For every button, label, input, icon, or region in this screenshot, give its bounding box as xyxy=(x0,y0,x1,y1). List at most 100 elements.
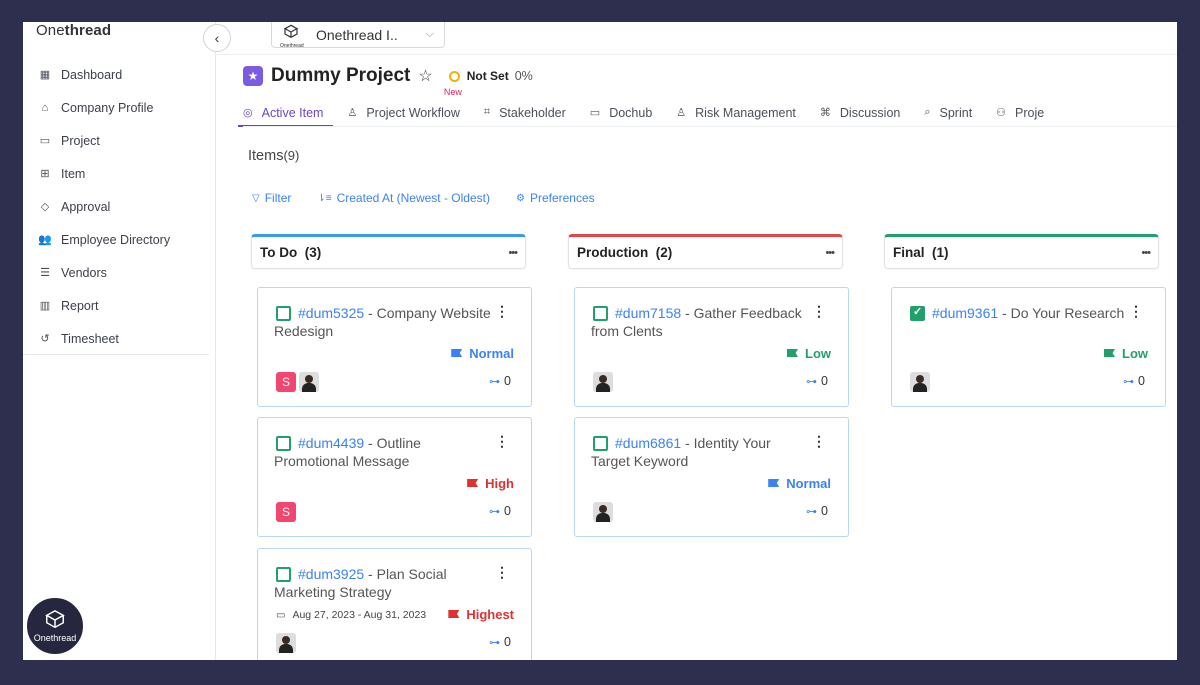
avatar[interactable] xyxy=(593,372,613,392)
more-vertical-icon[interactable]: ⋮ xyxy=(495,564,509,581)
card-title[interactable]: #dum6861 - Identity Your Target Keyword xyxy=(591,434,811,470)
collapse-sidebar-button[interactable]: ‹ xyxy=(203,24,231,52)
tab-discussion[interactable]: ⌘ Discussion xyxy=(820,99,900,126)
card-code[interactable]: #dum6861 xyxy=(615,435,681,451)
subtask-count[interactable]: ⊶ 0 xyxy=(489,635,511,649)
column-to-do: To Do (3) ••• xyxy=(251,234,526,269)
flag-icon xyxy=(787,349,798,358)
dashboard-icon: ▦ xyxy=(39,69,51,81)
card-title[interactable]: #dum7158 - Gather Feedback from Clents xyxy=(591,304,811,340)
card-code[interactable]: #dum7158 xyxy=(615,305,681,321)
sidebar-item-company-profile[interactable]: ⌂ Company Profile xyxy=(23,91,216,124)
card-title[interactable]: #dum9361 - Do Your Research xyxy=(908,304,1128,322)
card-title[interactable]: #dum5325 - Company Website Redesign xyxy=(274,304,494,340)
sort-button[interactable]: ⇂≡ Created At (Newest - Oldest) xyxy=(317,191,490,205)
more-horizontal-icon[interactable]: ••• xyxy=(825,247,835,259)
workspace-selector[interactable]: Onethread Onethread I.. ⌵ xyxy=(271,22,445,49)
priority-badge[interactable]: Low xyxy=(1104,346,1148,361)
tab-label: Active Item xyxy=(261,105,324,120)
priority-badge[interactable]: Normal xyxy=(768,476,831,491)
card-code[interactable]: #dum9361 xyxy=(932,305,998,321)
project-status[interactable]: Not Set xyxy=(467,69,509,83)
preferences-button[interactable]: ⚙ Preferences xyxy=(516,191,595,205)
priority-badge[interactable]: Highest xyxy=(448,607,514,622)
subtask-count[interactable]: ⊶ 0 xyxy=(1123,374,1145,388)
subtask-count[interactable]: ⊶ 0 xyxy=(489,504,511,518)
shield-check-icon: ◇ xyxy=(40,201,50,213)
more-vertical-icon[interactable]: ⋮ xyxy=(495,303,509,320)
sidebar-item-vendors[interactable]: ☰ Vendors xyxy=(23,256,216,289)
sidebar: Onethread ▦ Dashboard ⌂ Company Profile ▭ P… xyxy=(23,22,216,660)
card-code[interactable]: #dum4439 xyxy=(298,435,364,451)
tab-label: Risk Management xyxy=(695,105,796,120)
tab-active-item[interactable]: ◎ Active Item xyxy=(237,99,334,127)
more-vertical-icon[interactable]: ⋮ xyxy=(812,303,826,320)
brand-logo[interactable]: Onethread xyxy=(36,22,111,39)
priority-label: Low xyxy=(1122,346,1148,361)
task-card[interactable]: #dum7158 - Gather Feedback from Clents ⋮… xyxy=(574,287,849,407)
task-card[interactable]: #dum3925 - Plan Social Marketing Strateg… xyxy=(257,548,532,660)
priority-badge[interactable]: Low xyxy=(787,346,831,361)
avatar[interactable] xyxy=(593,502,613,522)
sidebar-nav: ▦ Dashboard ⌂ Company Profile ▭ Project ⊞ It… xyxy=(23,58,216,355)
tab-dochub[interactable]: ▭ Dochub xyxy=(590,99,653,126)
favorite-star-icon[interactable]: ☆ xyxy=(418,66,432,86)
sort-label: Created At (Newest - Oldest) xyxy=(336,191,490,205)
more-horizontal-icon[interactable]: ••• xyxy=(1141,247,1151,259)
more-vertical-icon[interactable]: ⋮ xyxy=(812,433,826,450)
avatar[interactable] xyxy=(910,372,930,392)
sidebar-item-timesheet[interactable]: ↺ Timesheet xyxy=(23,322,216,355)
avatar[interactable] xyxy=(299,372,319,392)
priority-badge[interactable]: Normal xyxy=(451,346,514,361)
column-count: (1) xyxy=(932,245,949,260)
card-title[interactable]: #dum3925 - Plan Social Marketing Strateg… xyxy=(274,565,494,601)
more-horizontal-icon[interactable]: ••• xyxy=(508,247,518,259)
card-title-text: - Do Your Research xyxy=(998,305,1125,321)
sidebar-item-item[interactable]: ⊞ Item xyxy=(23,157,216,190)
task-card[interactable]: #dum5325 - Company Website Redesign ⋮ No… xyxy=(257,287,532,407)
items-heading: Items(9) xyxy=(248,148,299,164)
folder-icon: ▭ xyxy=(39,135,51,147)
avatar[interactable] xyxy=(276,633,296,653)
vendor-icon: ☰ xyxy=(40,267,50,279)
assignees: S xyxy=(276,372,322,392)
onethread-badge[interactable]: Onethread xyxy=(25,596,85,656)
sidebar-item-project[interactable]: ▭ Project xyxy=(23,124,216,157)
subtask-number: 0 xyxy=(504,504,511,518)
check-circle-icon: ◎ xyxy=(243,107,253,119)
card-code[interactable]: #dum3925 xyxy=(298,566,364,582)
chevron-left-icon: ‹ xyxy=(214,30,220,46)
subtask-count[interactable]: ⊶ 0 xyxy=(489,374,511,388)
avatar[interactable]: S xyxy=(276,372,296,392)
tab-stakeholder[interactable]: ⌗ Stakeholder xyxy=(484,99,566,126)
priority-badge[interactable]: High xyxy=(467,476,514,491)
sidebar-item-report[interactable]: ▥ Report xyxy=(23,289,216,322)
filter-button[interactable]: ▽ Filter xyxy=(252,191,291,205)
card-title[interactable]: #dum4439 - Outline Promotional Message xyxy=(274,434,494,470)
more-vertical-icon[interactable]: ⋮ xyxy=(1129,303,1143,320)
date-range[interactable]: ▭ Aug 27, 2023 - Aug 31, 2023 xyxy=(276,609,426,621)
header-divider xyxy=(216,54,1177,55)
subtask-icon: ⊶ xyxy=(806,505,818,518)
task-card[interactable]: #dum9361 - Do Your Research ⋮ Low ⊶0 xyxy=(891,287,1166,407)
sidebar-item-approval[interactable]: ◇ Approval xyxy=(23,190,216,223)
sidebar-item-dashboard[interactable]: ▦ Dashboard xyxy=(23,58,216,91)
avatar[interactable]: S xyxy=(276,502,296,522)
subtask-count[interactable]: ⊶ 0 xyxy=(806,504,828,518)
tab-project[interactable]: ⚇ Proje xyxy=(996,99,1044,126)
tab-sprint[interactable]: ⌕ Sprint xyxy=(924,99,972,126)
workflow-icon: ♙ xyxy=(347,107,358,119)
task-card[interactable]: #dum6861 - Identity Your Target Keyword … xyxy=(574,417,849,537)
project-header: ★ Dummy Project ☆ Not Set 0% xyxy=(243,65,533,87)
sidebar-item-employee-directory[interactable]: 👥 Employee Directory xyxy=(23,223,216,256)
task-card[interactable]: #dum4439 - Outline Promotional Message ⋮… xyxy=(257,417,532,537)
tab-project-workflow[interactable]: ♙ Project Workflow New xyxy=(347,87,461,126)
tab-risk-management[interactable]: ♙ Risk Management xyxy=(676,99,796,126)
more-vertical-icon[interactable]: ⋮ xyxy=(495,433,509,450)
card-code[interactable]: #dum5325 xyxy=(298,305,364,321)
project-tabs: ◎ Active Item ♙ Project Workflow New ⌗ Stake… xyxy=(237,87,1068,127)
tab-label: Sprint xyxy=(939,105,973,120)
priority-label: Highest xyxy=(466,607,514,622)
subtask-count[interactable]: ⊶ 0 xyxy=(806,374,828,388)
sidebar-divider xyxy=(23,354,209,355)
